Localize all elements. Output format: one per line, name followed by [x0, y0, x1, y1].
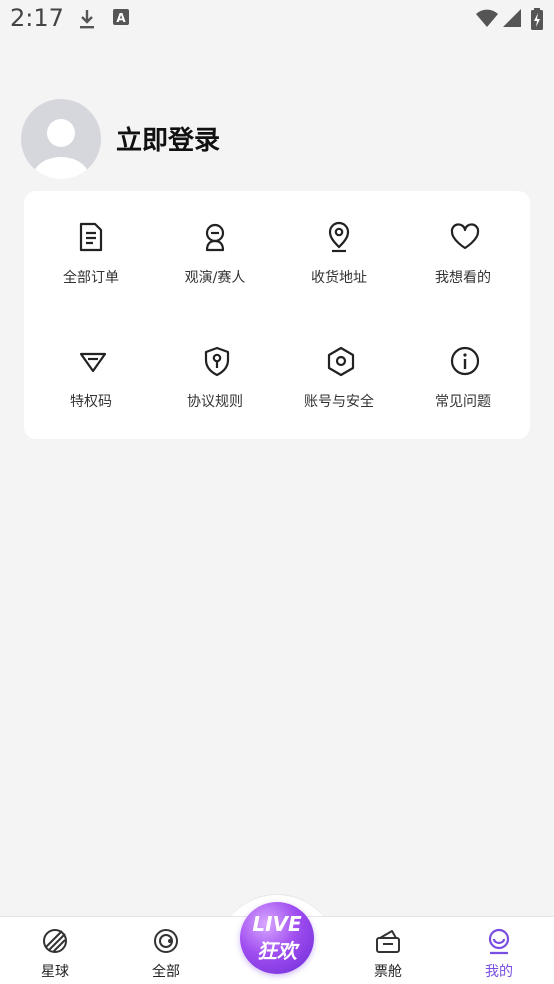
- status-time: 2:17: [10, 4, 64, 32]
- diamond-icon: [79, 352, 107, 373]
- shield-key-icon: [204, 346, 230, 377]
- person-badge-icon: [205, 223, 225, 252]
- menu-item-privilege-code[interactable]: 特权码: [29, 315, 153, 415]
- menu-item-faq[interactable]: 常见问题: [401, 315, 525, 415]
- default-avatar-icon: [33, 119, 89, 179]
- tab-label: 星球: [41, 964, 69, 980]
- download-icon: [78, 8, 96, 34]
- tab-label: 全部: [152, 964, 180, 980]
- menu-item-orders[interactable]: 全部订单: [29, 191, 153, 291]
- menu-item-label: 协议规则: [187, 394, 243, 410]
- menu-item-address[interactable]: 收货地址: [277, 191, 401, 291]
- app-a-icon: A: [112, 8, 130, 30]
- profile-icon: [488, 928, 510, 955]
- live-button-line2: 狂欢: [257, 939, 297, 963]
- status-bar: 2:17 A: [0, 0, 554, 40]
- avatar[interactable]: [21, 99, 101, 179]
- menu-item-agreement[interactable]: 协议规则: [153, 315, 277, 415]
- document-icon: [79, 222, 103, 252]
- menu-item-label: 观演/赛人: [184, 270, 246, 286]
- ticket-box-icon: [376, 930, 400, 953]
- tab-all[interactable]: 全部: [111, 917, 221, 984]
- planet-icon: [43, 929, 67, 953]
- menu-item-wishlist[interactable]: 我想看的: [401, 191, 525, 291]
- cell-signal-icon: [502, 8, 522, 32]
- wifi-icon: [475, 8, 499, 32]
- svg-text:A: A: [116, 11, 126, 25]
- menu-item-label: 账号与安全: [304, 394, 374, 410]
- hexagon-nut-icon: [327, 346, 355, 377]
- radar-icon: [154, 929, 178, 953]
- location-pin-icon: [328, 221, 350, 253]
- tab-ticket[interactable]: 票舱: [333, 917, 443, 984]
- menu-card: 全部订单 观演/赛人 收货地址 我想看的 特权码 协议规则 账号与安全 常见问题: [24, 191, 530, 439]
- menu-item-account-security[interactable]: 账号与安全: [277, 315, 401, 415]
- menu-item-viewers[interactable]: 观演/赛人: [153, 191, 277, 291]
- battery-icon: [531, 8, 543, 34]
- menu-item-label: 全部订单: [63, 270, 119, 286]
- menu-item-label: 特权码: [70, 394, 112, 410]
- tab-planet[interactable]: 星球: [0, 917, 110, 984]
- live-button-line1: LIVE: [252, 912, 302, 936]
- menu-item-label: 收货地址: [311, 270, 367, 286]
- heart-icon: [450, 223, 480, 250]
- tab-label: 我的: [485, 964, 513, 980]
- login-button[interactable]: 立即登录: [116, 120, 220, 157]
- info-icon: [450, 346, 480, 376]
- tab-label: 票舱: [374, 964, 402, 980]
- menu-item-label: 常见问题: [435, 394, 491, 410]
- tab-mine[interactable]: 我的: [444, 917, 554, 984]
- menu-item-label: 我想看的: [435, 270, 491, 286]
- live-carnival-button[interactable]: LIVE 狂欢: [240, 902, 314, 974]
